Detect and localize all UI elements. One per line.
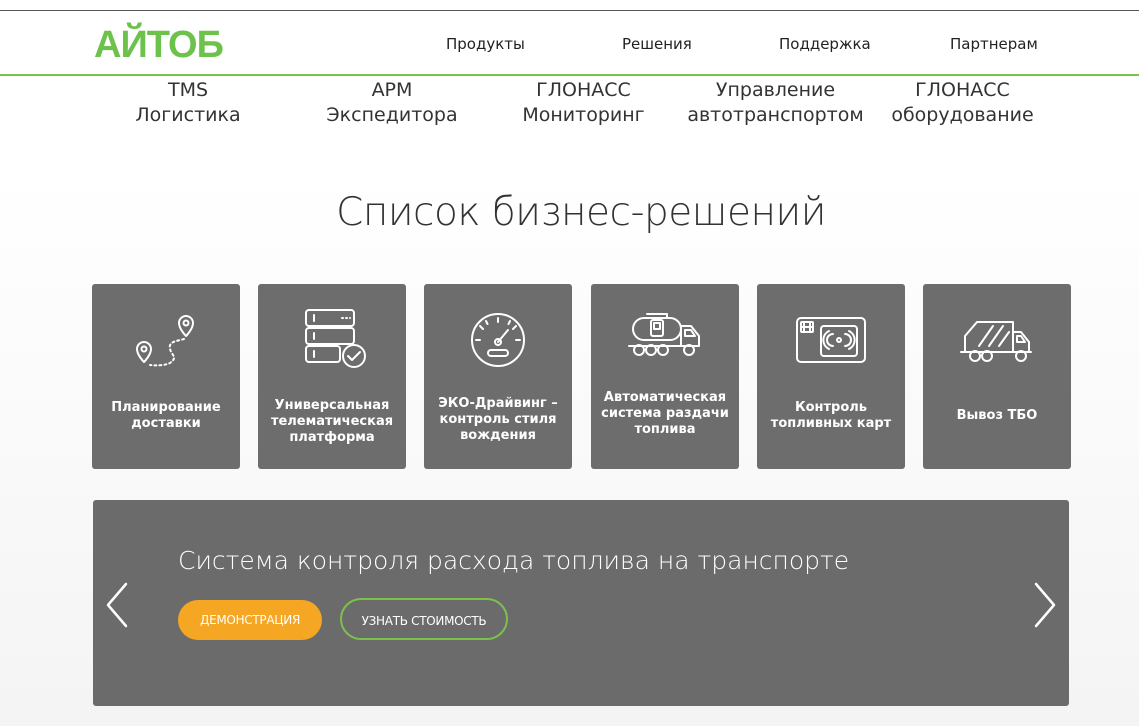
- site-header: АЙТОБ Продукты Решения Поддержка Партнер…: [0, 11, 1139, 75]
- subnav-glonass-equipment[interactable]: ГЛОНАСС оборудование: [880, 78, 1045, 128]
- nav-products[interactable]: Продукты: [446, 35, 525, 53]
- slider-next-button[interactable]: [1030, 580, 1060, 630]
- banner-title: Система контроля расхода топлива на тран…: [178, 546, 850, 575]
- section-title: Список бизнес-решений: [336, 190, 826, 235]
- nav-partners[interactable]: Партнерам: [950, 35, 1038, 53]
- card-label: Универсальная телематическая платформа: [270, 398, 394, 445]
- subnav-glonass-monitoring[interactable]: ГЛОНАСС Мониторинг: [516, 78, 651, 128]
- subnav-fleet-management[interactable]: Управление автотранспортом: [684, 78, 867, 128]
- card-fuel-cards[interactable]: Контроль топливных карт: [757, 284, 905, 469]
- header-divider: [0, 74, 1139, 76]
- nav-support[interactable]: Поддержка: [779, 35, 871, 53]
- card-label: Автоматическая система раздачи топлива: [601, 390, 729, 437]
- chevron-right-icon: [1034, 582, 1056, 628]
- card-eco-driving[interactable]: ЭКО-Драйвинг – контроль стиля вождения: [424, 284, 572, 469]
- card-label: Вывоз ТБО: [956, 408, 1038, 423]
- card-telematics-platform[interactable]: Универсальная телематическая платформа: [258, 284, 406, 469]
- subnav-tms-logistics[interactable]: TMS Логистика: [118, 78, 258, 128]
- card-delivery-planning[interactable]: Планирование доставки: [92, 284, 240, 469]
- price-button[interactable]: УЗНАТЬ СТОИМОСТЬ: [340, 598, 508, 640]
- card-label: ЭКО-Драйвинг – контроль стиля вождения: [438, 396, 558, 443]
- speedometer-icon: [458, 306, 538, 370]
- nav-solutions[interactable]: Решения: [622, 35, 692, 53]
- hero-banner: Система контроля расхода топлива на тран…: [93, 500, 1069, 706]
- fuel-tanker-icon: [625, 302, 705, 366]
- card-label: Планирование доставки: [111, 400, 221, 431]
- card-fuel-dispensing[interactable]: Автоматическая система раздачи топлива: [591, 284, 739, 469]
- card-waste-removal[interactable]: Вывоз ТБО: [923, 284, 1071, 469]
- logo[interactable]: АЙТОБ: [94, 25, 224, 65]
- demo-button[interactable]: ДЕМОНСТРАЦИЯ: [178, 600, 322, 640]
- subnav-arm-forwarder[interactable]: АРМ Экспедитора: [318, 78, 466, 128]
- slider-prev-button[interactable]: [102, 580, 132, 630]
- card-label: Контроль топливных карт: [770, 400, 892, 431]
- server-check-icon: [292, 306, 372, 370]
- fuel-card-icon: [791, 306, 871, 370]
- route-pins-icon: [126, 306, 206, 370]
- garbage-truck-icon: [957, 306, 1037, 370]
- chevron-left-icon: [106, 582, 128, 628]
